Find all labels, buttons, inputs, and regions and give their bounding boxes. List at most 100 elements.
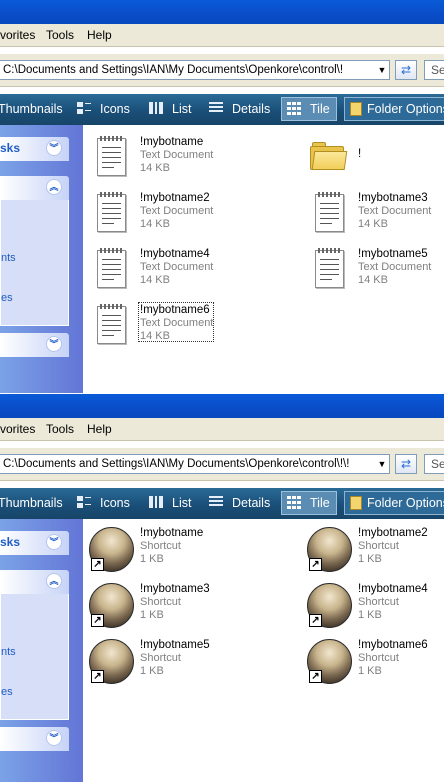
menu-favorites[interactable]: vorites: [0, 422, 35, 436]
task-link-2[interactable]: es: [1, 686, 13, 698]
window-top-band: [0, 0, 444, 24]
task-pane-header-3[interactable]: ︾: [0, 333, 69, 357]
file-size: 14 KB: [358, 218, 388, 230]
folder-options-label: Folder Options: [367, 496, 444, 510]
task-pane-title: sks: [0, 141, 21, 155]
chevron-down-icon[interactable]: ︾: [46, 140, 62, 156]
menu-tools[interactable]: Tools: [46, 28, 74, 42]
file-tile[interactable]: !mybotname2 Text Document 14 KB: [95, 190, 215, 242]
address-bar: C:\Documents and Settings\IAN\My Documen…: [0, 54, 444, 87]
task-pane-body: nts es: [0, 594, 69, 720]
menu-bar: vorites Tools Help: [0, 24, 444, 47]
view-thumbnails-button[interactable]: Thumbnails: [0, 488, 63, 519]
file-size: 14 KB: [358, 274, 388, 286]
view-list-button[interactable]: List: [148, 94, 191, 125]
file-type: Shortcut: [358, 540, 399, 552]
file-type: Shortcut: [358, 652, 399, 664]
file-size: 1 KB: [358, 553, 382, 565]
chevron-down-icon[interactable]: ︾: [46, 730, 62, 746]
file-tile[interactable]: !mybotname3 Text Document 14 KB: [313, 190, 433, 242]
address-bar: C:\Documents and Settings\IAN\My Documen…: [0, 448, 444, 481]
file-size: 14 KB: [140, 274, 170, 286]
file-name: !mybotname2: [358, 527, 428, 539]
view-icons-button[interactable]: Icons: [76, 488, 130, 519]
file-size: 1 KB: [140, 553, 164, 565]
task-link-1[interactable]: nts: [1, 252, 16, 264]
address-input[interactable]: C:\Documents and Settings\IAN\My Documen…: [0, 454, 390, 474]
view-details-label: Details: [232, 102, 271, 116]
file-tile[interactable]: !mybotname5 Text Document 14 KB: [313, 246, 433, 298]
menu-favorites[interactable]: vorites: [0, 28, 35, 42]
view-tile-button[interactable]: Tile: [286, 94, 330, 125]
address-input[interactable]: C:\Documents and Settings\IAN\My Documen…: [0, 60, 390, 80]
menu-help[interactable]: Help: [87, 422, 112, 436]
file-tile[interactable]: !mybotname Text Document 14 KB: [95, 134, 215, 186]
folder-options-button[interactable]: Folder Options: [344, 491, 444, 515]
address-path: C:\Documents and Settings\IAN\My Documen…: [3, 458, 350, 470]
view-list-label: List: [172, 496, 192, 510]
task-pane-header-tasks[interactable]: sks ︾: [0, 137, 69, 161]
file-size: 14 KB: [140, 162, 170, 174]
file-type: Shortcut: [140, 596, 181, 608]
menu-tools[interactable]: Tools: [46, 422, 74, 436]
details-view-icon: [209, 102, 223, 112]
task-pane-header-2[interactable]: ︽: [0, 570, 69, 594]
notepad-document-icon: [95, 302, 127, 346]
view-tile-button[interactable]: Tile: [286, 488, 330, 519]
shortcut-icon: ↗: [89, 639, 135, 685]
file-size: 1 KB: [358, 609, 382, 621]
chevron-up-icon[interactable]: ︽: [46, 573, 62, 589]
go-button[interactable]: ⇄: [395, 60, 417, 80]
folder-options-label: Folder Options: [367, 102, 444, 116]
shortcut-tile[interactable]: ↗ !mybotname6 Shortcut 1 KB: [306, 637, 428, 689]
task-link-1[interactable]: nts: [1, 646, 16, 658]
chevron-up-icon[interactable]: ︽: [46, 179, 62, 195]
file-name: !mybotname6: [358, 639, 428, 651]
go-button[interactable]: ⇄: [395, 454, 417, 474]
task-link-2[interactable]: es: [1, 292, 13, 304]
shortcut-tile[interactable]: ↗ !mybotname5 Shortcut 1 KB: [88, 637, 210, 689]
file-type: Text Document: [358, 261, 432, 273]
menu-bar: vorites Tools Help: [0, 418, 444, 441]
view-icons-button[interactable]: Icons: [76, 94, 130, 125]
shortcut-tile[interactable]: ↗ !mybotname4 Shortcut 1 KB: [306, 581, 428, 633]
view-toolbar: Thumbnails Icons List Details Tile Folde…: [0, 488, 444, 519]
file-size: 14 KB: [140, 218, 170, 230]
file-name: !mybotname5: [140, 639, 210, 651]
file-name: !mybotname2: [140, 192, 210, 204]
file-list: !mybotname Text Document 14 KB ! !mybotn…: [83, 125, 444, 393]
list-view-icon: [149, 496, 163, 508]
shortcut-icon: ↗: [307, 639, 353, 685]
folder-options-icon: [350, 102, 362, 116]
shortcut-tile[interactable]: ↗ !mybotname3 Shortcut 1 KB: [88, 581, 210, 633]
view-details-button[interactable]: Details: [208, 94, 270, 125]
chevron-down-icon[interactable]: ︾: [46, 336, 62, 352]
view-list-button[interactable]: List: [148, 488, 191, 519]
file-tile[interactable]: !mybotname4 Text Document 14 KB: [95, 246, 215, 298]
go-arrow-icon: ⇄: [400, 457, 412, 471]
folder-tile[interactable]: !: [308, 134, 428, 186]
chevron-down-icon[interactable]: ︾: [46, 534, 62, 550]
file-type: Text Document: [140, 261, 214, 273]
file-type: Shortcut: [358, 596, 399, 608]
notepad-document-icon: [313, 246, 345, 290]
shortcut-icon: ↗: [89, 583, 135, 629]
address-dropdown-icon[interactable]: ▼: [375, 61, 389, 79]
file-tile-selected[interactable]: !mybotname6 Text Document 14 KB: [95, 302, 215, 354]
folder-options-button[interactable]: Folder Options: [344, 97, 444, 121]
menu-help[interactable]: Help: [87, 28, 112, 42]
folder-options-icon: [350, 496, 362, 510]
view-details-button[interactable]: Details: [208, 488, 270, 519]
task-pane-header-2[interactable]: ︽: [0, 176, 69, 200]
view-tile-label: Tile: [310, 496, 330, 510]
address-dropdown-icon[interactable]: ▼: [375, 455, 389, 473]
search-input[interactable]: Se: [424, 454, 444, 474]
search-input[interactable]: Se: [424, 60, 444, 80]
shortcut-icon: ↗: [89, 527, 135, 573]
shortcut-tile[interactable]: ↗ !mybotname Shortcut 1 KB: [88, 525, 208, 577]
view-thumbnails-button[interactable]: Thumbnails: [0, 94, 63, 125]
icons-view-icon: [77, 496, 91, 508]
task-pane-header-tasks[interactable]: sks ︾: [0, 531, 69, 555]
shortcut-tile[interactable]: ↗ !mybotname2 Shortcut 1 KB: [306, 525, 428, 577]
task-pane-header-3[interactable]: ︾: [0, 727, 69, 751]
